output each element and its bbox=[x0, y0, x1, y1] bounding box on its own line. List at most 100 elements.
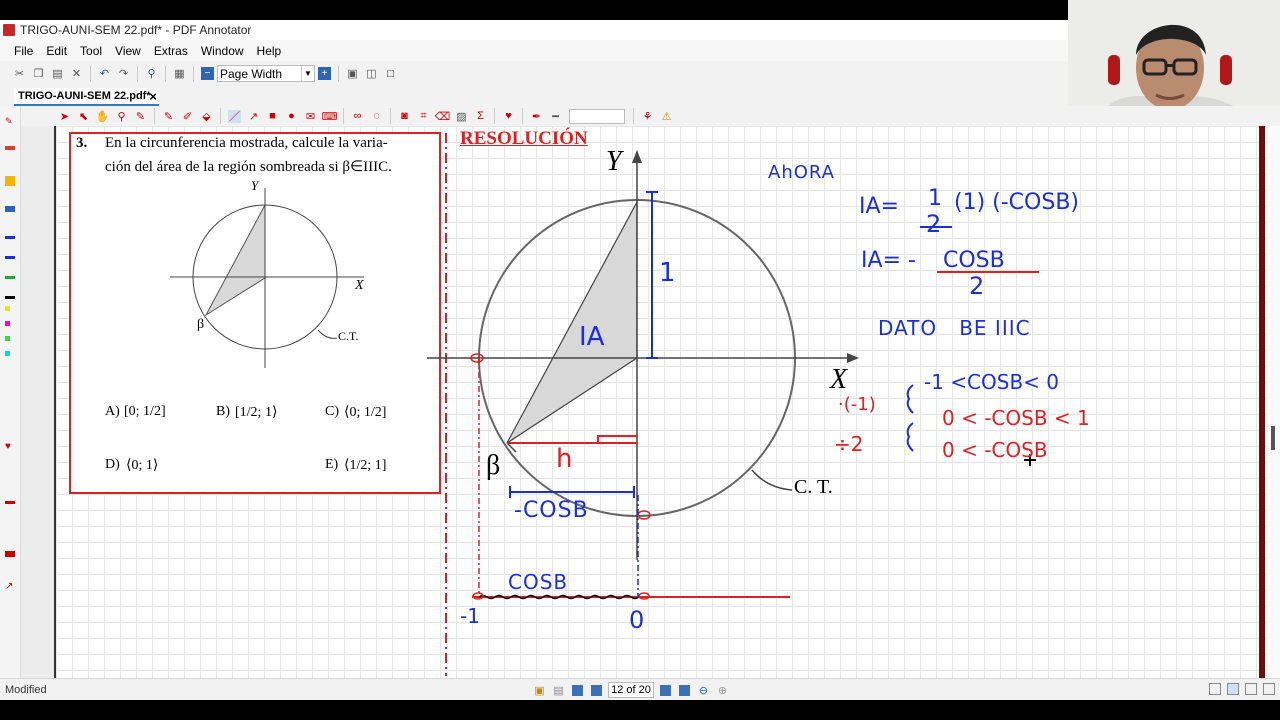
option-b-text: [1/2; 1⟩ bbox=[235, 405, 278, 420]
next-page-icon[interactable] bbox=[660, 684, 671, 696]
camera-icon[interactable]: ◙ bbox=[398, 110, 411, 123]
grid-view-icon[interactable] bbox=[1263, 683, 1275, 695]
favorites-icon[interactable]: ♥ bbox=[502, 110, 515, 123]
cut-icon[interactable]: ✂ bbox=[13, 67, 26, 80]
tool-arrow-icon[interactable]: ↗ bbox=[5, 581, 15, 592]
hand-icon[interactable]: ✋ bbox=[96, 110, 110, 123]
menu-edit[interactable]: Edit bbox=[46, 44, 67, 58]
note-ineq3-op: ÷2 bbox=[834, 432, 864, 456]
last-page-icon[interactable] bbox=[679, 684, 690, 696]
menu-window[interactable]: Window bbox=[201, 44, 244, 58]
page-navigation: ▣ ▤ 12 of 20 ⊖ ⊕ bbox=[530, 682, 732, 698]
redo-icon[interactable]: ↷ bbox=[117, 67, 130, 80]
view-mode-icons bbox=[1203, 683, 1275, 695]
tool-eraser-icon[interactable] bbox=[5, 501, 15, 504]
single-page-icon[interactable]: ▣ bbox=[346, 67, 359, 80]
warning-icon[interactable]: ⚠ bbox=[660, 110, 673, 123]
problem-text-line2: ción del área de la región sombreada si … bbox=[105, 159, 392, 175]
window-title: TRIGO-AUNI-SEM 22.pdf* - PDF Annotator bbox=[20, 23, 252, 37]
prev-page-icon[interactable] bbox=[591, 684, 602, 696]
tool-green-pen-icon[interactable] bbox=[5, 276, 15, 279]
pen-icon[interactable]: ✎ bbox=[162, 110, 175, 123]
forward-icon[interactable]: ⊕ bbox=[716, 684, 729, 697]
page-number-input[interactable]: 12 of 20 bbox=[608, 682, 654, 698]
note-eq2-lhs: IA= - bbox=[861, 248, 916, 273]
tool-black-pen-icon[interactable] bbox=[5, 296, 15, 299]
find-icon[interactable]: ⚲ bbox=[145, 67, 158, 80]
scroll-thumb[interactable] bbox=[1271, 426, 1275, 450]
page-edge-strip bbox=[1259, 126, 1265, 678]
layout-icon[interactable]: ▦ bbox=[173, 67, 186, 80]
left-tool-sidebar: ✎ ♥ ↗ bbox=[0, 106, 21, 678]
tool-cyan-icon[interactable] bbox=[5, 351, 10, 356]
big-x-arrowhead bbox=[847, 353, 859, 363]
continuous-view-icon[interactable] bbox=[1227, 683, 1239, 695]
tool-magenta-icon[interactable] bbox=[5, 321, 10, 326]
small-beta-label: β bbox=[197, 317, 205, 332]
link-icon[interactable]: ∞ bbox=[351, 110, 364, 123]
close-icon[interactable]: × bbox=[149, 89, 157, 104]
fit-width-icon[interactable]: ◫ bbox=[365, 67, 378, 80]
first-page-icon[interactable] bbox=[572, 684, 583, 696]
comment-icon[interactable]: ◌ bbox=[370, 110, 383, 123]
circle-tool-icon[interactable]: ● bbox=[285, 110, 298, 123]
zoom-select[interactable]: Page Width ▼ bbox=[217, 65, 315, 82]
tool-pen-red-icon[interactable]: ✎ bbox=[5, 116, 15, 126]
pen-color-icon[interactable]: ✒ bbox=[530, 110, 543, 123]
undo-icon[interactable]: ↶ bbox=[98, 67, 111, 80]
single-view-icon[interactable] bbox=[1209, 683, 1221, 695]
menu-help[interactable]: Help bbox=[257, 44, 282, 58]
tool-blue-pen-icon[interactable] bbox=[5, 236, 15, 239]
select-arrow-icon[interactable]: ➤ bbox=[58, 110, 71, 123]
pin-icon[interactable]: ⚘ bbox=[641, 110, 654, 123]
eraser-icon[interactable]: ⌫ bbox=[435, 110, 451, 123]
menu-view[interactable]: View bbox=[115, 44, 141, 58]
problem-text-line1: En la circunferencia mostrada, calcule l… bbox=[105, 135, 388, 151]
two-page-view-icon[interactable] bbox=[1245, 683, 1257, 695]
fullscreen-icon[interactable]: □ bbox=[384, 67, 397, 80]
tool-heart-icon[interactable]: ♥ bbox=[5, 441, 15, 452]
rectangle-tool-icon[interactable]: ■ bbox=[266, 110, 279, 123]
typewriter-icon[interactable]: ⌨ bbox=[322, 110, 338, 123]
tool-blue-pen-2-icon[interactable] bbox=[5, 256, 15, 259]
menu-extras[interactable]: Extras bbox=[154, 44, 188, 58]
tool-green-icon[interactable] bbox=[5, 336, 10, 341]
menu-tool[interactable]: Tool bbox=[80, 44, 102, 58]
note-ineq2-op: ·(-1) bbox=[838, 394, 876, 415]
tool-folder-icon[interactable] bbox=[5, 176, 15, 186]
magnifier-icon[interactable]: ⚲ bbox=[115, 110, 128, 123]
vertical-scrollbar[interactable] bbox=[1266, 126, 1280, 678]
stamp-icon[interactable]: ⬙ bbox=[200, 110, 213, 123]
tool-link-icon[interactable] bbox=[5, 206, 15, 212]
line-style-icon[interactable]: ━ bbox=[549, 110, 562, 123]
paste-icon[interactable]: ▤ bbox=[51, 67, 64, 80]
image-icon[interactable]: ▨ bbox=[455, 110, 468, 123]
option-e-text: ⟨1/2; 1] bbox=[344, 458, 387, 473]
delete-icon[interactable]: ✕ bbox=[70, 67, 83, 80]
crop-icon[interactable]: ⌗ bbox=[417, 110, 430, 123]
main-toolbar: ✂ ❐ ▤ ✕ ↶ ↷ ⚲ ▦ − Page Width ▼ + ▣ ◫ □ bbox=[0, 61, 1068, 87]
arrow-tool-icon[interactable]: ↗ bbox=[247, 110, 260, 123]
zoom-out-icon[interactable]: − bbox=[201, 67, 214, 80]
page-canvas bbox=[69, 132, 1039, 676]
highlighter-icon[interactable]: ✐ bbox=[181, 110, 194, 123]
line-width-select[interactable] bbox=[569, 108, 625, 124]
tab-document[interactable]: TRIGO-AUNI-SEM 22.pdf* × bbox=[14, 88, 159, 106]
bookmark-icon[interactable]: ▣ bbox=[533, 684, 546, 697]
tool-pen-red-2-icon[interactable] bbox=[5, 146, 15, 150]
menu-file[interactable]: File bbox=[14, 44, 33, 58]
copy-icon[interactable]: ❐ bbox=[32, 67, 45, 80]
tool-stamp-icon[interactable] bbox=[5, 551, 15, 557]
zoom-in-icon[interactable]: + bbox=[318, 67, 331, 80]
tool-yellow-icon[interactable] bbox=[5, 306, 10, 311]
big-y-arrowhead bbox=[632, 150, 642, 163]
folder-icon[interactable]: ▤ bbox=[552, 684, 565, 697]
big-shaded-region bbox=[506, 201, 638, 444]
document-viewport[interactable]: 3. En la circunferencia mostrada, calcul… bbox=[21, 126, 1280, 678]
line-tool-icon[interactable]: ／ bbox=[228, 109, 241, 123]
mail-icon[interactable]: ✉ bbox=[304, 110, 317, 123]
back-icon[interactable]: ⊖ bbox=[697, 684, 710, 697]
lasso-icon[interactable]: ✎ bbox=[134, 110, 147, 123]
sum-icon[interactable]: Σ bbox=[474, 110, 487, 123]
select-text-icon[interactable]: ⬉ bbox=[77, 110, 90, 123]
